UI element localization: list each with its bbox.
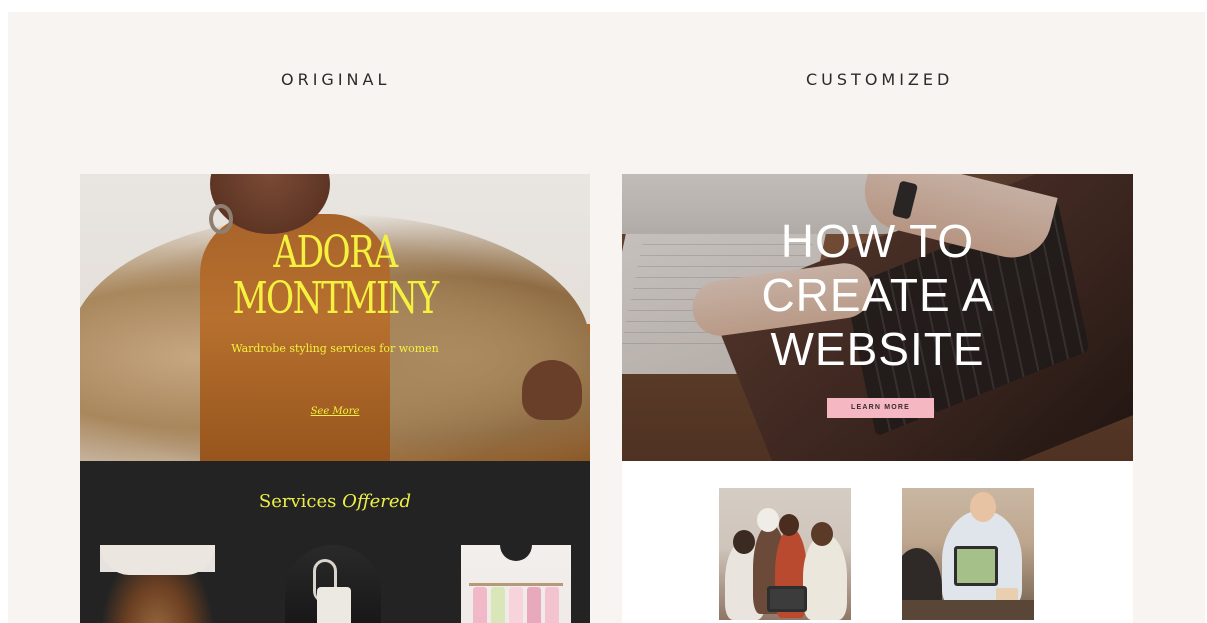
services-title: Services Offered [80,491,590,512]
garment [491,587,505,623]
comparison-canvas: ORIGINAL CUSTOMIZED ADORA MONTMINY Wardr… [8,12,1205,623]
laptop-screen [954,546,998,586]
team-photo-1[interactable] [719,488,851,620]
person-head [733,530,755,554]
see-more-link[interactable]: See More [80,406,590,417]
original-preview: ADORA MONTMINY Wardrobe styling services… [80,174,590,623]
customized-preview: HOW TO CREATE A WEBSITE LEARN MORE [622,174,1133,623]
garment [509,587,523,623]
customized-label: CUSTOMIZED [806,70,954,89]
original-hero-title: ADORA MONTMINY [136,230,534,322]
original-label: ORIGINAL [281,70,391,89]
person-head [779,514,799,536]
image-notch [500,545,532,561]
learn-more-button[interactable]: LEARN MORE [827,398,934,418]
person-head [757,508,779,532]
service-image-3[interactable] [461,545,571,623]
services-title-italic: Offered [342,491,412,512]
tote-bag [317,587,351,623]
hero-title-line: CREATE A [761,269,994,321]
clothing-rail [469,583,563,586]
team-photo-2[interactable] [902,488,1034,620]
hero-title-line: HOW TO [780,215,975,267]
person-head [970,492,996,522]
services-title-plain: Services [258,491,343,512]
hero-title-line: MONTMINY [232,273,439,324]
service-image-1-arch [100,545,215,575]
service-image-2[interactable] [285,545,381,623]
person-head [811,522,833,546]
laptop-screen [767,586,807,612]
hero-title-line: WEBSITE [770,323,985,375]
garment [527,587,541,623]
original-hero: ADORA MONTMINY Wardrobe styling services… [80,174,590,461]
person [803,534,847,620]
garment [545,587,559,623]
table-edge [902,600,1034,620]
original-hero-subtitle: Wardrobe styling services for women [231,342,439,355]
services-section: Services Offered [80,461,590,623]
customized-hero-title: HOW TO CREATE A WEBSITE [622,214,1133,376]
customized-hero: HOW TO CREATE A WEBSITE LEARN MORE [622,174,1133,461]
hero-title-line: ADORA [273,227,398,278]
garment [473,587,487,623]
